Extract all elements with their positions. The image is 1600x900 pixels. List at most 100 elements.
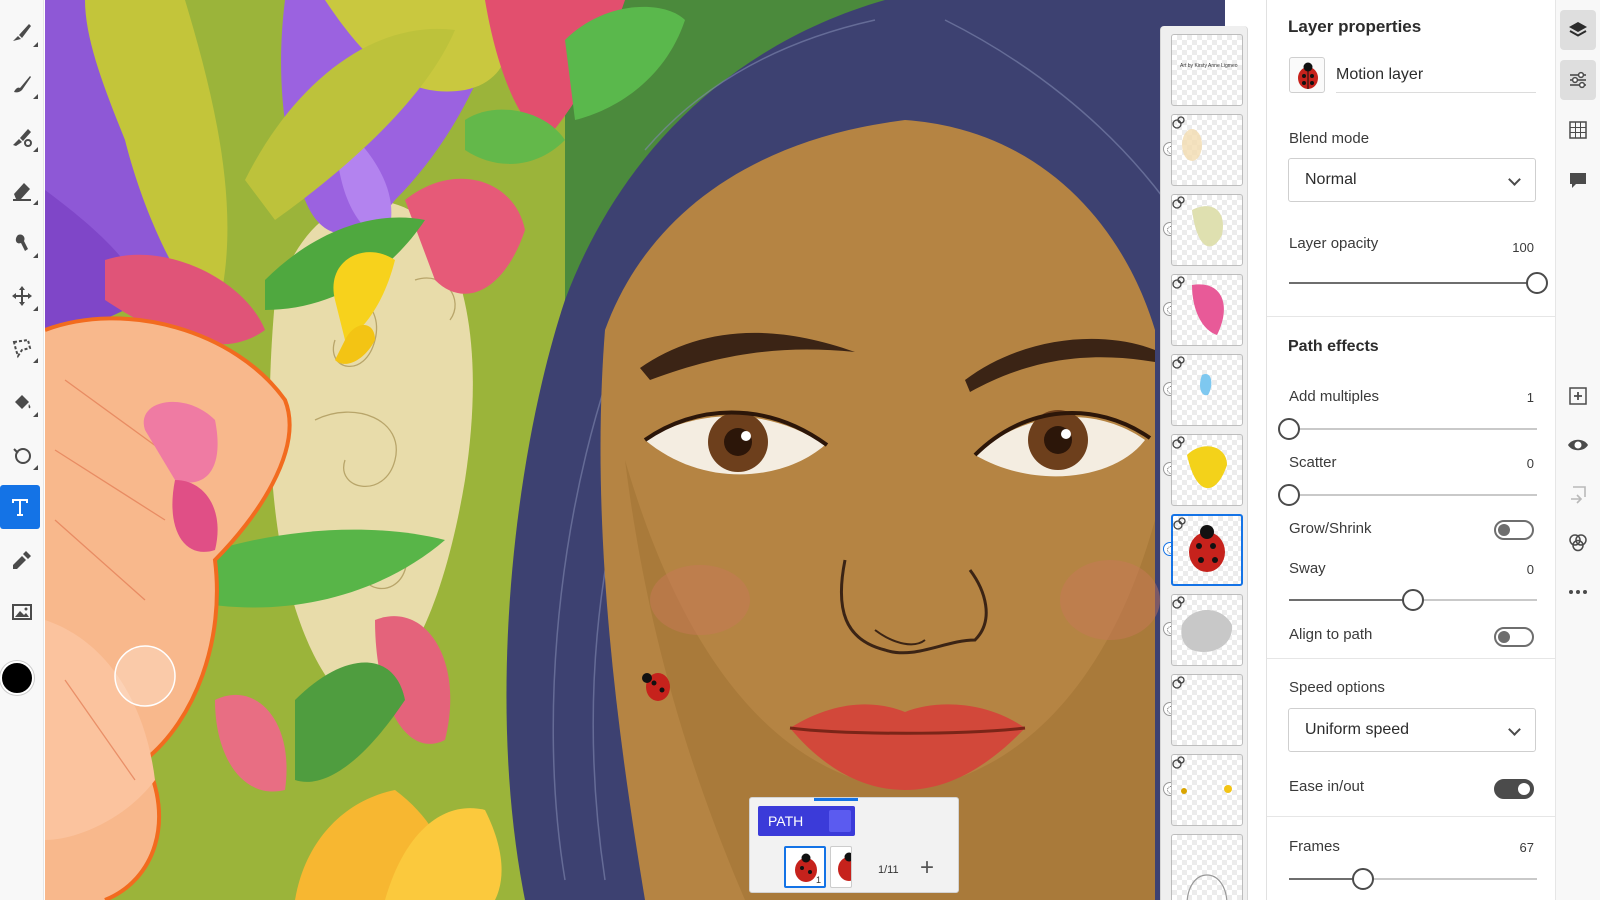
image-tool[interactable] <box>0 590 44 634</box>
smudge-tool[interactable] <box>0 221 44 265</box>
eyedropper-tool[interactable] <box>0 538 44 582</box>
comments-button[interactable] <box>1560 160 1596 200</box>
pixel-brush-tool[interactable] <box>0 10 44 54</box>
tool-options-indicator <box>33 306 38 311</box>
tool-options-indicator <box>33 465 38 470</box>
layer-opacity-label: Layer opacity <box>1289 235 1379 252</box>
frames-slider[interactable] <box>1289 868 1537 890</box>
toggle-knob <box>1498 524 1510 536</box>
add-multiples-slider[interactable] <box>1278 418 1537 440</box>
more-button[interactable] <box>1560 572 1596 612</box>
layer-thumbnail[interactable] <box>1171 354 1243 426</box>
scatter-slider[interactable] <box>1278 484 1537 506</box>
text-tool[interactable] <box>0 485 40 529</box>
slider-thumb[interactable] <box>1526 272 1548 294</box>
frames-label: Frames <box>1289 838 1340 855</box>
grid-button[interactable] <box>1560 110 1596 150</box>
smudge-icon <box>15 234 28 251</box>
layer-thumbnail[interactable] <box>1171 114 1243 186</box>
color-picker-swatch[interactable] <box>0 661 34 695</box>
path-frame[interactable] <box>830 846 852 888</box>
grow-shrink-label: Grow/Shrink <box>1289 520 1372 537</box>
merge-icon <box>1571 486 1586 504</box>
tool-options-indicator <box>33 94 38 99</box>
path-popup-indicator <box>814 798 858 801</box>
add-multiples-label: Add multiples <box>1289 388 1380 405</box>
slider-thumb[interactable] <box>1278 484 1300 506</box>
tool-options-indicator <box>33 147 38 152</box>
sway-slider[interactable] <box>1289 589 1537 611</box>
add-layer-button[interactable] <box>1560 376 1596 416</box>
selected-layer-thumbnail[interactable] <box>1171 514 1243 586</box>
eraser-tool[interactable] <box>0 168 44 212</box>
blend-icon <box>1569 534 1587 552</box>
blend-button[interactable] <box>1560 523 1596 563</box>
adjustments-button[interactable] <box>1560 60 1596 100</box>
toggle-knob <box>1498 631 1510 643</box>
grow-shrink-toggle[interactable] <box>1494 520 1534 540</box>
layer-thumbnail[interactable] <box>1171 754 1243 826</box>
eyedropper-icon <box>13 551 31 569</box>
artwork-credit-text: Art by Kirsty Anne Ligmeo <box>1180 63 1238 69</box>
blend-mode-dropdown[interactable]: Normal <box>1288 158 1536 202</box>
speed-options-label: Speed options <box>1289 679 1385 696</box>
layers-button[interactable] <box>1560 10 1596 50</box>
slider-thumb[interactable] <box>1278 418 1300 440</box>
layer-thumbnail[interactable] <box>1171 274 1243 346</box>
add-multiples-value: 1 <box>1526 390 1534 405</box>
add-frame-button[interactable]: + <box>920 856 934 880</box>
tool-options-indicator <box>33 358 38 363</box>
layer-thumbnail[interactable] <box>1171 834 1243 900</box>
path-effects-title: Path effects <box>1288 338 1379 355</box>
layer-name-field[interactable]: Motion layer <box>1336 59 1536 93</box>
layer-thumbnail[interactable] <box>1171 434 1243 506</box>
selection-tool[interactable] <box>0 326 44 370</box>
layer-thumbnail[interactable]: Art by Kirsty Anne Ligmeo <box>1171 34 1243 106</box>
merge-button[interactable] <box>1560 474 1596 514</box>
fill-tool[interactable] <box>0 380 44 424</box>
transform-tool[interactable] <box>0 274 44 318</box>
slider-thumb[interactable] <box>1352 868 1375 890</box>
scatter-label: Scatter <box>1289 454 1337 471</box>
shapes-icon <box>13 448 31 464</box>
motion-badge-icon <box>1172 596 1185 609</box>
align-to-path-toggle[interactable] <box>1494 627 1534 647</box>
slider-thumb[interactable] <box>1402 589 1424 611</box>
sway-value: 0 <box>1526 562 1534 577</box>
layer-thumbnail[interactable] <box>1171 594 1243 666</box>
speed-options-dropdown[interactable]: Uniform speed <box>1288 708 1536 752</box>
live-brush-tool[interactable] <box>0 62 44 106</box>
pixel-brush-icon <box>13 24 31 41</box>
add-layer-icon <box>1569 387 1587 405</box>
visibility-button[interactable] <box>1560 425 1596 465</box>
tool-options-indicator <box>33 412 38 417</box>
vector-brush-tool[interactable] <box>0 115 44 159</box>
frames-value: 67 <box>1519 840 1534 855</box>
panel-title: Layer properties <box>1288 17 1422 36</box>
motion-badge-icon <box>1172 756 1185 769</box>
motion-badge-icon <box>1172 196 1185 209</box>
right-rail <box>1555 0 1600 900</box>
layer-thumbnail[interactable] <box>1171 674 1243 746</box>
layer-preview <box>1186 874 1228 900</box>
blend-mode-label: Blend mode <box>1289 130 1370 147</box>
adjustments-icon <box>1570 71 1586 89</box>
layer-thumbnail[interactable] <box>1171 194 1243 266</box>
live-brush-icon <box>14 76 31 93</box>
blend-mode-value: Normal <box>1305 171 1357 188</box>
layer-opacity-value: 100 <box>1512 240 1534 255</box>
vector-brush-icon <box>13 129 32 147</box>
ease-in-out-toggle[interactable] <box>1494 779 1534 799</box>
path-frame-selected[interactable]: 1 <box>784 846 826 888</box>
chevron-down-icon <box>1508 723 1521 736</box>
layer-opacity-slider[interactable] <box>1289 272 1548 294</box>
eraser-icon <box>13 183 31 201</box>
motion-badge-icon <box>1172 436 1185 449</box>
shapes-tool[interactable] <box>0 433 44 477</box>
artwork-canvas[interactable] <box>45 0 1225 900</box>
path-tab[interactable]: PATH <box>758 806 855 836</box>
tool-options-indicator <box>33 42 38 47</box>
image-icon <box>12 604 32 620</box>
ladybug-frame-preview <box>838 852 851 881</box>
section-divider <box>1267 316 1556 317</box>
